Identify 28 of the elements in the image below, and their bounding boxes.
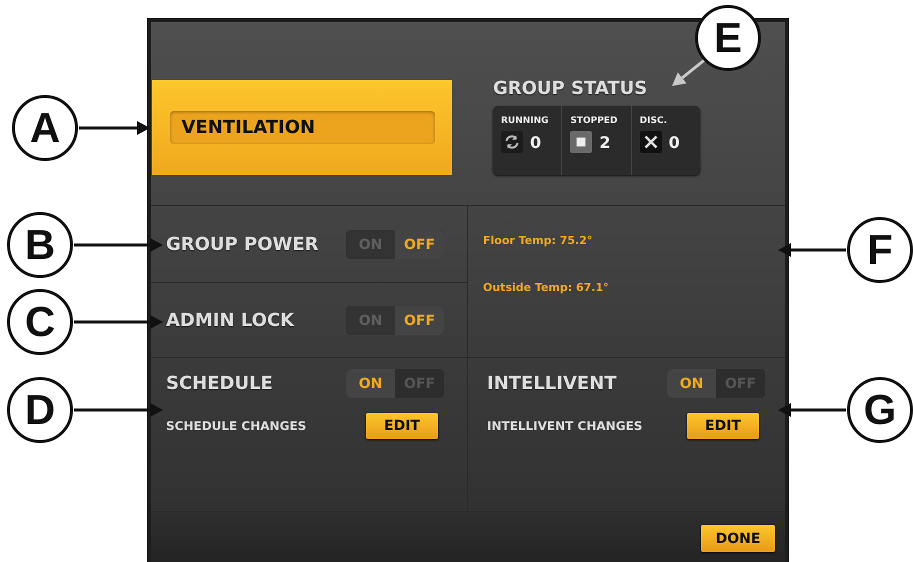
setting-label: ADMIN LOCK [166,310,294,331]
setting-label: SCHEDULE CHANGES [166,419,306,433]
group-status-title: GROUP STATUS [493,78,648,99]
callout-badge: D [7,377,73,443]
setting-label: GROUP POWER [166,234,319,255]
callout-badge: C [7,289,73,355]
setting-label: INTELLIVENT CHANGES [487,419,642,433]
callout-badge: B [7,212,73,278]
setting-label: INTELLIVENT [487,373,617,394]
stop-icon [570,131,592,153]
status-count: 0 [668,132,680,152]
status-count: 0 [530,132,542,152]
setting-label: SCHEDULE [166,373,273,394]
group-name-field[interactable]: VENTILATION [170,111,434,144]
done-button[interactable]: DONE [701,525,775,552]
edit-button[interactable]: EDIT [366,413,438,439]
temperature-reading: Floor Temp: 75.2° [483,234,594,247]
close-icon [640,131,662,153]
refresh-icon [501,131,523,153]
status-label: RUNNING [501,116,550,126]
callout-badge: A [12,95,78,161]
callout-badge: G [847,377,913,443]
status-label: STOPPED [570,116,618,126]
status-count: 2 [599,132,610,152]
edit-button[interactable]: EDIT [687,413,759,439]
temperature-reading: Outside Temp: 67.1° [483,281,610,294]
callout-badge: F [847,217,913,283]
status-label: DISC. [640,116,668,126]
